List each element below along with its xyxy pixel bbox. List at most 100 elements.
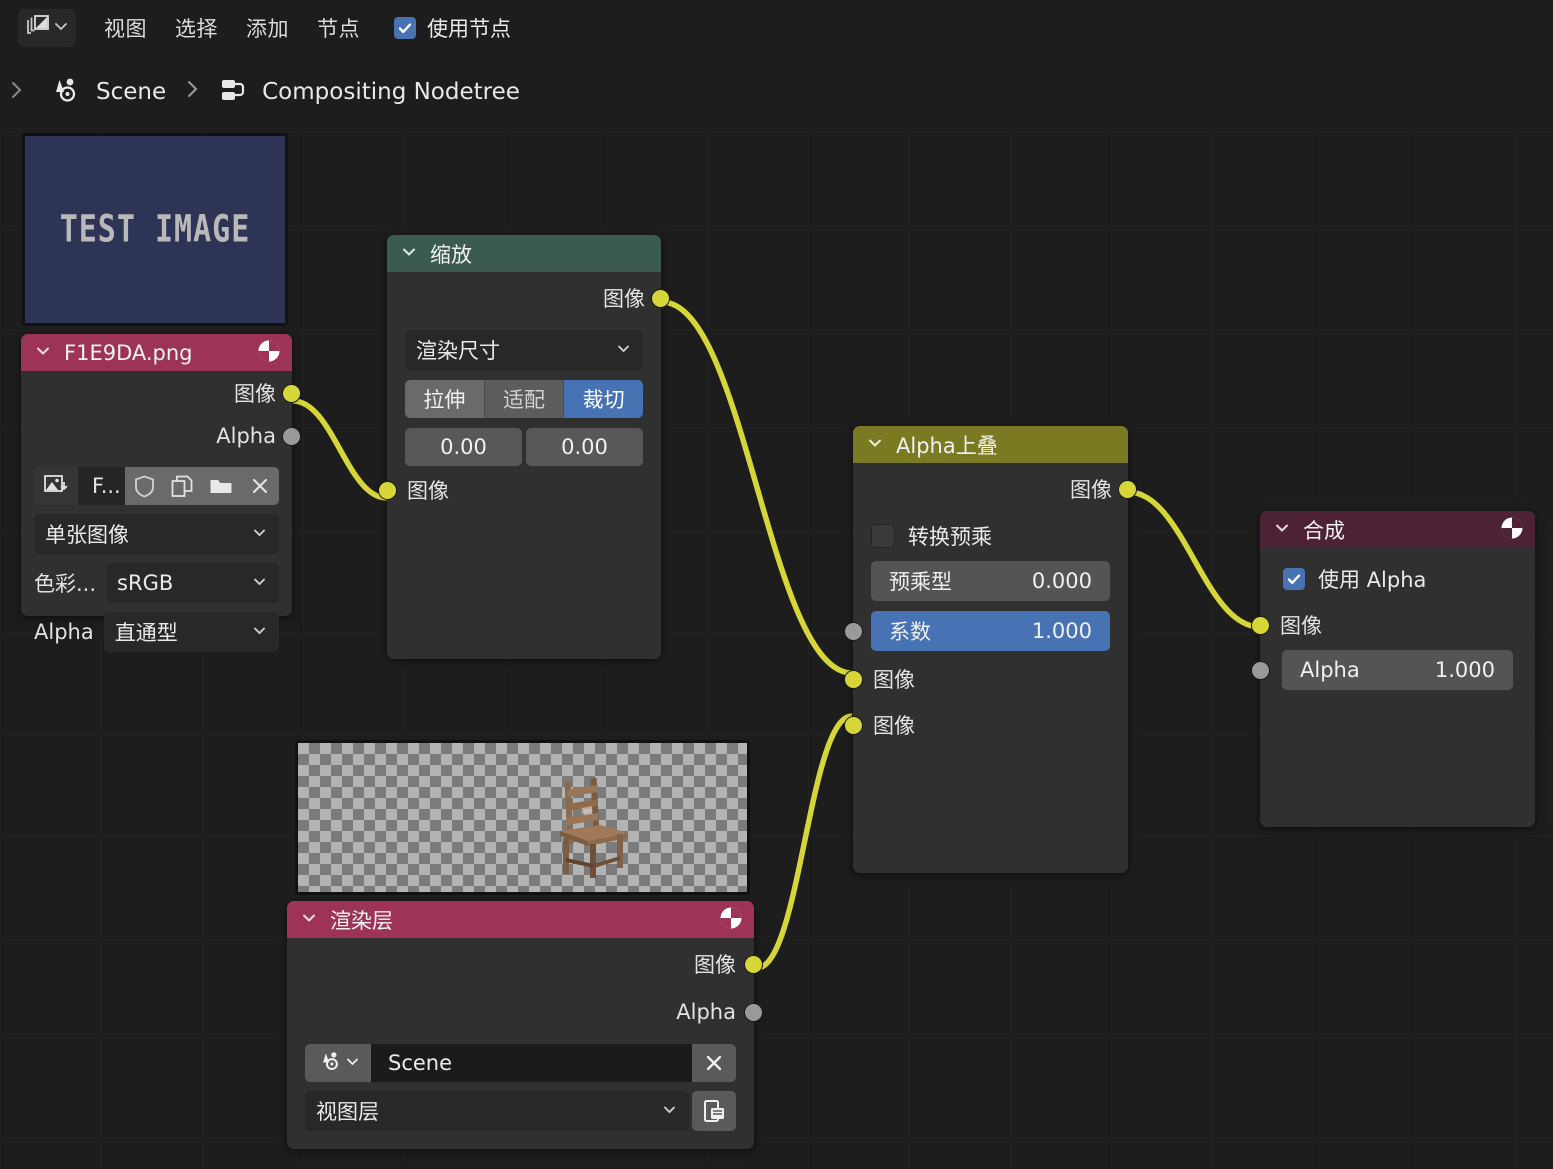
scale-output-image[interactable]: 图像 xyxy=(387,272,670,324)
menu-view[interactable]: 视图 xyxy=(104,13,147,43)
alpha-over-input-image-2[interactable]: 图像 xyxy=(844,703,1128,746)
menu-add[interactable]: 添加 xyxy=(246,13,289,43)
menu-node[interactable]: 节点 xyxy=(317,13,360,43)
scale-offset-y[interactable]: 0.00 xyxy=(526,428,643,466)
socket-label: 图像 xyxy=(694,953,736,977)
socket-label: Alpha xyxy=(676,1000,736,1024)
chevron-down-icon[interactable] xyxy=(400,243,418,265)
socket-image-out[interactable] xyxy=(1118,480,1137,499)
copy-icon[interactable] xyxy=(163,467,201,505)
chevron-down-icon xyxy=(251,571,268,595)
menu-select[interactable]: 选择 xyxy=(175,13,218,43)
scale-frame-method-buttons[interactable]: 拉伸 适配 裁切 xyxy=(405,380,643,418)
breadcrumb-scene[interactable]: Scene xyxy=(96,79,166,105)
use-nodes-toggle[interactable]: 使用节点 xyxy=(394,13,511,43)
convert-premul-checkbox[interactable] xyxy=(871,524,895,548)
socket-label: 图像 xyxy=(1070,478,1112,502)
scale-space-dropdown[interactable]: 渲染尺寸 xyxy=(405,330,643,370)
node-scale-title: 缩放 xyxy=(430,242,472,267)
chevron-down-icon[interactable] xyxy=(866,434,884,456)
socket-alpha-out[interactable] xyxy=(282,427,301,446)
node-image[interactable]: F1E9DA.png 图像 Alpha F... 单张图像 色彩... sRGB… xyxy=(21,334,301,652)
node-image-body: 图像 Alpha F... 单张图像 色彩... sRGB Alpha 直通型 xyxy=(21,371,301,664)
scene-name-field[interactable]: Scene xyxy=(371,1044,692,1082)
premul-slider[interactable]: 预乘型 0.000 xyxy=(871,561,1110,601)
node-render-layers-header[interactable]: 渲染层 xyxy=(287,901,754,938)
scale-method-stretch[interactable]: 拉伸 xyxy=(405,380,485,418)
premul-value: 0.000 xyxy=(1031,569,1092,593)
chevron-down-icon xyxy=(661,1099,678,1123)
image-output-alpha[interactable]: Alpha xyxy=(21,415,301,457)
node-composite[interactable]: 合成 使用 Alpha 图像 Alpha 1.000 xyxy=(1251,511,1535,827)
scene-selector-dropdown[interactable] xyxy=(305,1044,371,1082)
node-image-header[interactable]: F1E9DA.png xyxy=(21,334,292,371)
scale-space-value: 渲染尺寸 xyxy=(416,339,500,363)
fac-slider[interactable]: 系数 1.000 xyxy=(871,611,1110,651)
convert-premul-toggle[interactable]: 转换预乘 xyxy=(871,521,1110,551)
socket-image-out[interactable] xyxy=(744,955,763,974)
editor-type-selector[interactable] xyxy=(18,8,76,47)
use-nodes-checkbox[interactable] xyxy=(394,16,416,39)
colorspace-dropdown[interactable]: sRGB xyxy=(106,563,279,603)
node-scale-header[interactable]: 缩放 xyxy=(387,235,661,272)
image-browse-icon[interactable] xyxy=(34,467,78,505)
node-render-layers[interactable]: 渲染层 图像 Alpha Scene 视图层 xyxy=(287,901,763,1149)
socket-label: 图像 xyxy=(234,382,276,406)
chevron-down-icon[interactable] xyxy=(300,909,318,931)
close-icon[interactable] xyxy=(241,467,279,505)
socket-image-out[interactable] xyxy=(282,384,301,403)
socket-image-in-2[interactable] xyxy=(844,715,863,735)
socket-image-in[interactable] xyxy=(378,481,397,500)
render-layer-icon[interactable] xyxy=(692,1091,736,1131)
image-name-field[interactable]: F... xyxy=(78,467,125,505)
image-output-image[interactable]: 图像 xyxy=(21,371,301,415)
nodetree-icon xyxy=(218,75,248,109)
folder-icon[interactable] xyxy=(201,467,241,505)
render-layers-preview xyxy=(295,740,750,895)
use-alpha-toggle[interactable]: 使用 Alpha xyxy=(1283,564,1535,594)
chevron-down-icon xyxy=(615,338,632,362)
use-alpha-checkbox[interactable] xyxy=(1283,568,1305,590)
scale-offset-x[interactable]: 0.00 xyxy=(405,428,522,466)
image-source-dropdown[interactable]: 单张图像 xyxy=(34,514,279,554)
composite-alpha-value: 1.000 xyxy=(1434,658,1495,682)
composite-alpha-slider[interactable]: Alpha 1.000 xyxy=(1282,650,1513,690)
sidebar-expand-icon[interactable] xyxy=(6,79,28,105)
node-editor-canvas[interactable]: TEST IMAGE F1E9DA.png 图像 Alpha F... 单张图像… xyxy=(0,128,1553,1169)
convert-premul-label: 转换预乘 xyxy=(908,525,992,549)
chevron-down-icon[interactable] xyxy=(1273,519,1291,541)
alpha-over-output-image[interactable]: 图像 xyxy=(853,463,1137,515)
alpha-mode-dropdown[interactable]: 直通型 xyxy=(103,612,279,652)
node-composite-header[interactable]: 合成 xyxy=(1260,511,1535,548)
alpha-mode-label: Alpha xyxy=(34,620,94,644)
preview-sphere-icon[interactable] xyxy=(718,905,744,935)
shield-icon[interactable] xyxy=(125,467,163,505)
node-alpha-over[interactable]: Alpha上叠 图像 转换预乘 预乘型 0.000 系数 1.000 图像 图像 xyxy=(844,426,1137,873)
editor-header: 视图 选择 添加 节点 使用节点 xyxy=(0,0,1553,55)
render-layers-output-image[interactable]: 图像 xyxy=(287,938,763,990)
close-icon[interactable] xyxy=(692,1044,736,1082)
scale-method-fit[interactable]: 适配 xyxy=(484,380,565,418)
scale-input-image[interactable]: 图像 xyxy=(378,466,661,514)
chevron-down-icon xyxy=(251,620,268,644)
socket-alpha-in[interactable] xyxy=(1251,661,1270,680)
scale-method-crop[interactable]: 裁切 xyxy=(564,380,643,418)
socket-image-in-1[interactable] xyxy=(844,670,863,689)
socket-image-in[interactable] xyxy=(1251,616,1270,635)
render-layers-output-alpha[interactable]: Alpha xyxy=(287,990,763,1034)
preview-sphere-icon[interactable] xyxy=(1499,515,1525,545)
node-alpha-over-header[interactable]: Alpha上叠 xyxy=(853,426,1128,463)
chevron-down-icon[interactable] xyxy=(34,342,52,364)
socket-label: 图像 xyxy=(1280,614,1322,638)
socket-fac-in[interactable] xyxy=(844,622,863,641)
view-layer-dropdown[interactable]: 视图层 xyxy=(305,1091,689,1131)
preview-sphere-icon[interactable] xyxy=(256,338,282,368)
socket-alpha-out[interactable] xyxy=(744,1003,763,1022)
test-image-content: TEST IMAGE xyxy=(25,136,285,323)
alpha-over-input-image-1[interactable]: 图像 xyxy=(844,655,1128,703)
breadcrumb-nodetree[interactable]: Compositing Nodetree xyxy=(262,79,520,105)
node-alpha-over-title: Alpha上叠 xyxy=(896,433,998,458)
composite-input-image[interactable]: 图像 xyxy=(1251,600,1535,650)
node-scale[interactable]: 缩放 图像 渲染尺寸 拉伸 适配 裁切 0.00 0.00 图像 xyxy=(378,235,670,659)
socket-image-out[interactable] xyxy=(651,289,670,308)
